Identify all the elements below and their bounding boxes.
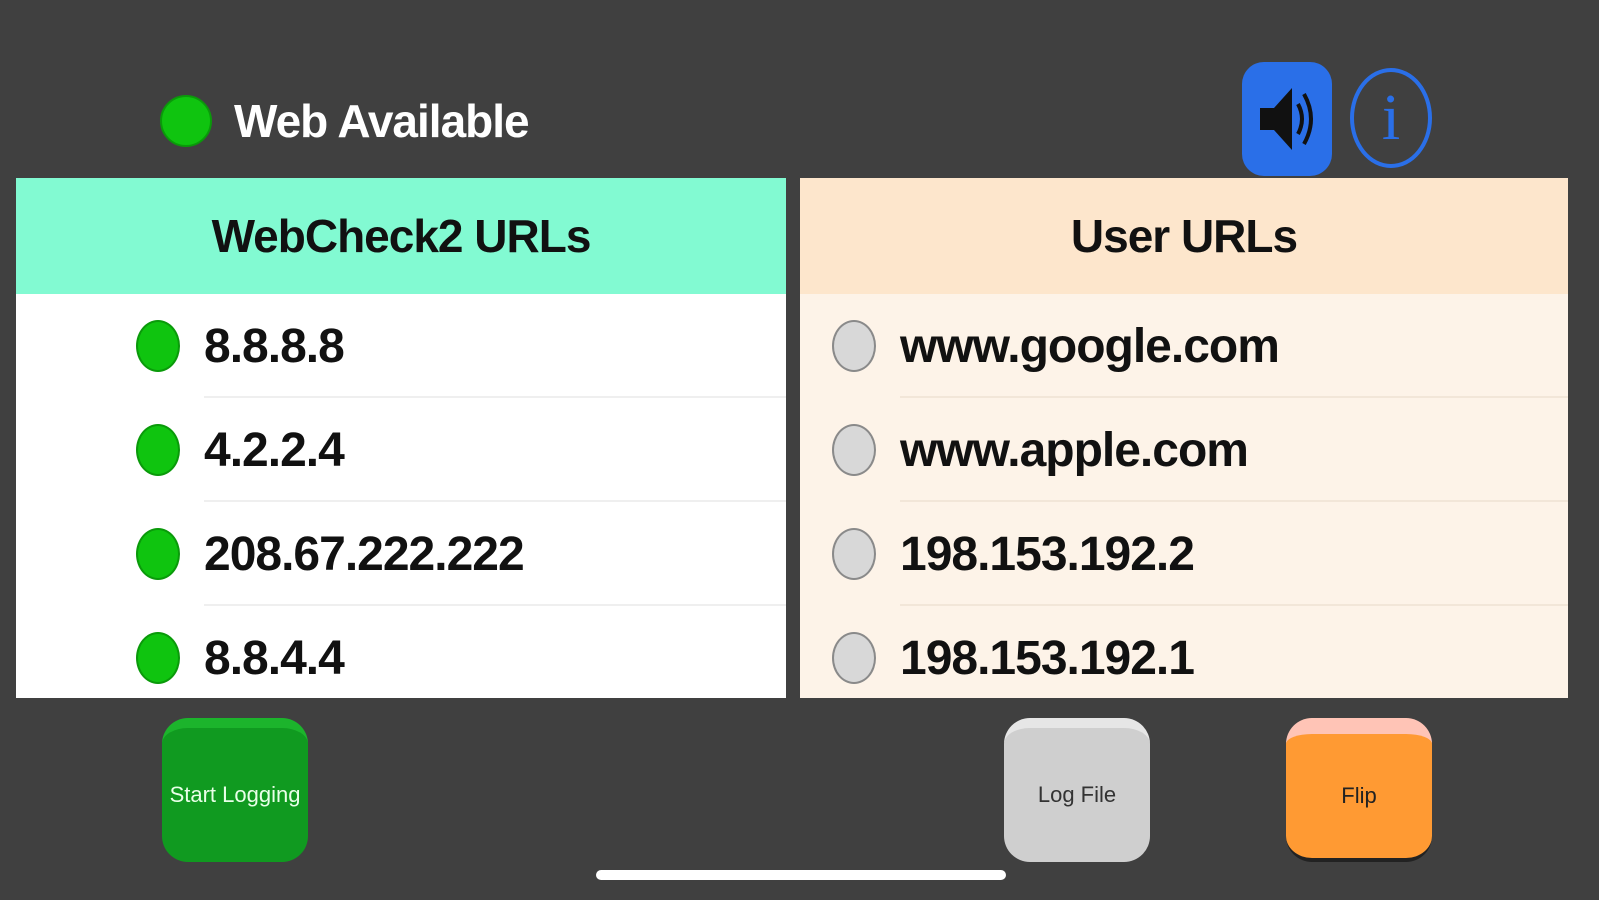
- web-status-label: Web Available: [234, 95, 530, 147]
- url-label: 4.2.2.4: [204, 423, 345, 477]
- webcheck-urls-panel: WebCheck2 URLs 8.8.8.8 4.2.2.4 208.67.22…: [16, 178, 786, 698]
- user-urls-panel: User URLs www.google.com www.apple.com 1…: [800, 178, 1568, 698]
- web-status: Web Available: [160, 90, 530, 152]
- webcheck-url-row[interactable]: 208.67.222.222: [16, 502, 786, 606]
- webcheck-url-row[interactable]: 4.2.2.4: [16, 398, 786, 502]
- url-label: 208.67.222.222: [204, 527, 525, 581]
- user-url-row[interactable]: www.apple.com: [800, 398, 1568, 502]
- url-label: www.google.com: [900, 319, 1280, 373]
- sound-button[interactable]: [1242, 62, 1332, 176]
- url-label: www.apple.com: [900, 423, 1249, 477]
- info-icon: i: [1381, 81, 1401, 154]
- webcheck-url-row[interactable]: 8.8.4.4: [16, 606, 786, 698]
- webcheck-url-row[interactable]: 8.8.8.8: [16, 294, 786, 398]
- speaker-icon: [1260, 88, 1313, 150]
- home-indicator[interactable]: [596, 870, 1006, 880]
- url-status-indicator: [136, 528, 180, 580]
- start-logging-button[interactable]: Start Logging: [162, 718, 308, 862]
- webcheck-urls-header: WebCheck2 URLs: [16, 178, 786, 294]
- url-label: 198.153.192.1: [900, 631, 1195, 685]
- url-status-indicator: [832, 528, 876, 580]
- user-url-row[interactable]: 198.153.192.2: [800, 502, 1568, 606]
- url-status-indicator: [832, 632, 876, 684]
- log-file-button[interactable]: Log File: [1004, 718, 1150, 862]
- url-label: 198.153.192.2: [900, 527, 1195, 581]
- url-status-indicator: [136, 424, 180, 476]
- user-url-row[interactable]: 198.153.192.1: [800, 606, 1568, 698]
- url-status-indicator: [832, 320, 876, 372]
- info-button[interactable]: i: [1350, 68, 1432, 168]
- url-status-indicator: [136, 632, 180, 684]
- url-status-indicator: [832, 424, 876, 476]
- url-label: 8.8.4.4: [204, 631, 345, 685]
- user-urls-header: User URLs: [800, 178, 1568, 294]
- user-url-row[interactable]: www.google.com: [800, 294, 1568, 398]
- flip-button[interactable]: Flip: [1286, 718, 1432, 862]
- web-status-indicator: [160, 95, 212, 147]
- url-label: 8.8.8.8: [204, 319, 345, 373]
- url-status-indicator: [136, 320, 180, 372]
